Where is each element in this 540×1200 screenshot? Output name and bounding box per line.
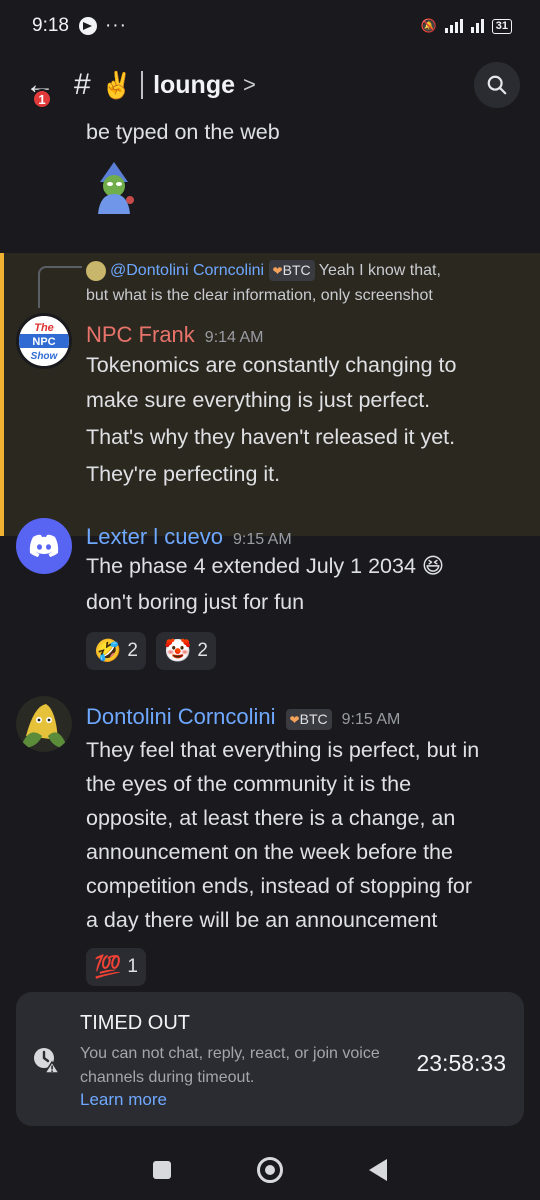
reply-text-1: Yeah I know that, bbox=[318, 262, 441, 279]
search-icon bbox=[487, 75, 507, 95]
reaction-hundred[interactable]: 💯 1 bbox=[86, 948, 146, 986]
username[interactable]: NPC Frank bbox=[86, 322, 195, 348]
message-text: Tokenomics are constantly changing to bbox=[86, 353, 457, 377]
timeout-countdown: 23:58:33 bbox=[416, 1050, 506, 1076]
chevron-right-icon[interactable]: > bbox=[243, 72, 256, 98]
system-nav-bar bbox=[0, 1140, 540, 1200]
timestamp: 9:15 AM bbox=[232, 531, 292, 548]
reply-avatar bbox=[86, 260, 106, 281]
reaction-rofl[interactable]: 🤣 2 bbox=[86, 632, 146, 670]
timestamp: 9:14 AM bbox=[204, 329, 264, 346]
home-button[interactable] bbox=[257, 1157, 283, 1183]
reactions: 🤣 2 🤡 2 bbox=[86, 632, 216, 670]
pepe-wizard-sticker bbox=[98, 162, 134, 214]
message-text: a day there will be an announcement bbox=[86, 908, 438, 932]
avatar-dontolini[interactable] bbox=[16, 696, 72, 752]
learn-more-link[interactable]: Learn more bbox=[80, 1090, 167, 1110]
timeout-title: TIMED OUT bbox=[80, 1012, 190, 1034]
message-text: make sure everything is just perfect. bbox=[86, 388, 431, 412]
message-text: That's why they haven't released it yet. bbox=[86, 425, 456, 449]
heart-icon: ❤ bbox=[272, 264, 283, 279]
heart-icon: ❤ bbox=[289, 713, 300, 727]
timeout-banner: TIMED OUT You can not chat, reply, react… bbox=[16, 992, 524, 1126]
username[interactable]: Lexter l cuevo bbox=[86, 524, 223, 550]
message-list[interactable]: be typed on the web @Dontolini Corncolin… bbox=[0, 118, 540, 998]
message-text: opposite, at least there is a change, an bbox=[86, 806, 456, 830]
channel-emoji: ✌️ bbox=[100, 69, 134, 100]
role-tag: ❤BTC bbox=[268, 260, 315, 282]
message-header: Lexter l cuevo 9:15 AM bbox=[86, 524, 292, 550]
message-text: be typed on the web bbox=[86, 120, 280, 144]
message-text: competition ends, instead of stopping fo… bbox=[86, 874, 473, 898]
npc-show-logo: The NPC Show bbox=[19, 316, 69, 366]
back-nav-button[interactable] bbox=[369, 1159, 387, 1181]
message-header: Dontolini Corncolini ❤BTC 9:15 AM bbox=[86, 704, 400, 730]
channel-header: ← 1 # ✌️ lounge > bbox=[0, 52, 540, 118]
svg-text:NPC: NPC bbox=[32, 336, 55, 348]
username[interactable]: Dontolini Corncolini bbox=[86, 704, 276, 730]
search-button[interactable] bbox=[474, 62, 520, 108]
wifi-icon bbox=[470, 19, 484, 33]
clock-warning-icon bbox=[34, 1048, 60, 1074]
message-text: announcement on the week before the bbox=[86, 840, 453, 864]
recents-button[interactable] bbox=[153, 1161, 171, 1179]
unread-badge: 1 bbox=[32, 89, 52, 109]
message-text: don't boring just for fun bbox=[86, 590, 305, 614]
avatar-lexter[interactable] bbox=[16, 518, 72, 574]
svg-text:The: The bbox=[34, 322, 54, 334]
channel-name[interactable]: lounge bbox=[153, 71, 235, 100]
reaction-clown[interactable]: 🤡 2 bbox=[155, 632, 216, 670]
reactions: 💯 1 bbox=[86, 948, 146, 986]
message-text: the eyes of the community it is the bbox=[86, 772, 412, 796]
discord-logo-icon bbox=[29, 534, 59, 557]
avatar-npc-frank[interactable]: The NPC Show bbox=[16, 313, 72, 369]
clock: 9:18 bbox=[32, 15, 69, 36]
reply-connector bbox=[38, 266, 82, 308]
telegram-icon bbox=[78, 17, 97, 35]
divider bbox=[141, 71, 144, 99]
message-text: The phase 4 extended July 1 2034 😆 bbox=[86, 554, 445, 578]
back-button[interactable]: ← 1 bbox=[20, 65, 60, 109]
laughing-emoji: 😆 bbox=[421, 554, 445, 578]
timeout-description: You can not chat, reply, react, or join … bbox=[80, 1045, 380, 1086]
battery-icon: 31 bbox=[491, 18, 512, 34]
reply-text-2: but what is the clear information, only … bbox=[86, 287, 433, 304]
reply-mention[interactable]: @Dontolini Corncolini bbox=[110, 262, 264, 279]
mute-icon: 🔕 bbox=[420, 18, 437, 33]
status-bar: 9:18 ··· 🔕 31 bbox=[0, 0, 540, 52]
reply-reference[interactable]: @Dontolini Corncolini ❤BTC Yeah I know t… bbox=[86, 258, 526, 308]
role-tag: ❤BTC bbox=[285, 709, 332, 730]
more-notifications-icon: ··· bbox=[104, 15, 127, 36]
channel-hash-icon: # bbox=[74, 68, 91, 101]
message-text: They feel that everything is perfect, bu… bbox=[86, 738, 480, 762]
message-text: They're perfecting it. bbox=[86, 462, 281, 486]
svg-text:Show: Show bbox=[31, 351, 59, 362]
message-header: NPC Frank 9:14 AM bbox=[86, 322, 264, 348]
timestamp: 9:15 AM bbox=[341, 711, 401, 728]
signal-icon bbox=[444, 19, 463, 33]
